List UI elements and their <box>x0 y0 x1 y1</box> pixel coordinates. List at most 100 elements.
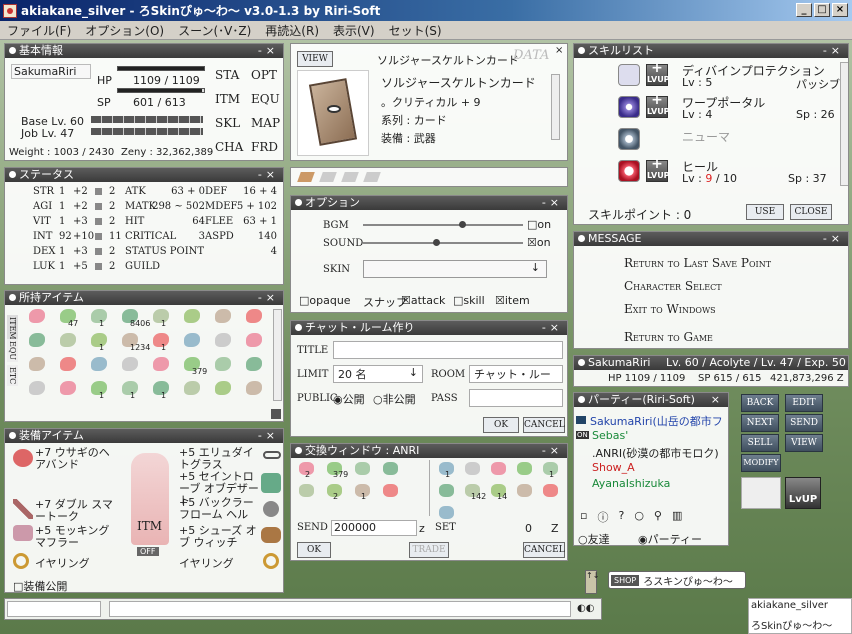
public-radio[interactable]: ◉公開 <box>333 391 365 407</box>
equip-slot-accessory-right[interactable]: イヤリング <box>179 555 234 571</box>
trade-item[interactable]: 1 <box>539 460 563 480</box>
inventory-item[interactable] <box>209 355 237 377</box>
stat-up-button[interactable] <box>95 218 102 225</box>
trade-item[interactable] <box>513 482 537 502</box>
blank-slot[interactable] <box>741 477 781 509</box>
circle-icon[interactable]: ○ <box>634 509 644 525</box>
inventory-item[interactable] <box>240 355 268 377</box>
stat-up-button[interactable] <box>95 188 102 195</box>
view-button[interactable]: VIEW <box>785 434 823 452</box>
trade-item[interactable] <box>435 504 459 524</box>
party-member[interactable]: AyanaIshizuka <box>576 477 728 493</box>
card-scrollbar[interactable] <box>551 74 560 140</box>
resize-handle[interactable] <box>271 409 281 419</box>
memo-icon[interactable]: ▫ <box>580 509 587 525</box>
use-button[interactable]: USE <box>746 204 784 220</box>
close-icon[interactable]: × <box>555 45 563 56</box>
set-button[interactable]: SET <box>435 522 456 533</box>
inventory-item[interactable] <box>116 355 144 377</box>
bgm-slider[interactable] <box>363 221 523 228</box>
next-button[interactable]: NEXT <box>741 414 779 432</box>
search-icon[interactable]: ⚲ <box>654 509 662 525</box>
inventory-item[interactable] <box>23 331 51 353</box>
inventory-item[interactable]: 1 <box>147 307 175 329</box>
frd-button[interactable]: FRD <box>251 140 278 154</box>
ok-button[interactable]: OK <box>483 417 519 433</box>
inventory-item[interactable]: 1 <box>85 307 113 329</box>
friend-radio[interactable]: ○友達 <box>578 531 610 545</box>
inventory-item[interactable] <box>209 379 237 401</box>
limit-select[interactable]: 20 名 ↓ <box>333 365 423 383</box>
trade-item[interactable] <box>351 460 375 480</box>
cha-button[interactable]: CHA <box>215 140 243 154</box>
sound-slider[interactable] <box>363 239 523 246</box>
stat-up-button[interactable] <box>95 263 102 270</box>
equip-slot-lower-head[interactable]: +5 エリュダイトグラス <box>179 447 259 471</box>
opaque-checkbox[interactable]: □opaque <box>299 294 351 307</box>
inventory-item[interactable] <box>147 355 175 377</box>
panel-header[interactable]: パーティー(Riri-Soft) × <box>574 393 728 407</box>
inventory-item[interactable]: 8406 <box>116 307 150 329</box>
menu-view[interactable]: 表示(V) <box>326 22 382 39</box>
chat-option-icon[interactable]: ◐◐ <box>577 603 594 614</box>
menu-soon[interactable]: スーン(･V･Z) <box>171 22 258 39</box>
tab-equ[interactable]: EQU <box>7 339 18 363</box>
inventory-item[interactable]: 47 <box>54 307 82 329</box>
trade-cancel-button[interactable]: CANCEL <box>523 542 565 558</box>
skill-lvup-button[interactable]: LVUP <box>646 89 670 118</box>
inventory-item[interactable] <box>23 355 51 377</box>
item-checkbox[interactable]: ☒item <box>495 294 530 307</box>
inventory-item[interactable]: 1 <box>116 379 144 401</box>
inventory-item[interactable] <box>178 307 206 329</box>
edit-button[interactable]: EDIT <box>785 394 823 412</box>
sound-on-checkbox[interactable]: ☒on <box>527 236 551 249</box>
inventory-item[interactable] <box>240 307 268 329</box>
panel-header[interactable]: SakumaRiri Lv. 60 / Acolyte / Lv. 47 / E… <box>574 356 848 370</box>
trade-item[interactable] <box>539 482 563 502</box>
trade-item[interactable] <box>487 460 511 480</box>
inventory-item[interactable] <box>240 331 268 353</box>
inventory-item[interactable] <box>209 331 237 353</box>
map-button[interactable]: MAP <box>251 116 280 130</box>
equip-slot-garment[interactable]: +5 モッキング マフラー <box>35 525 117 549</box>
inventory-item[interactable]: 1 <box>147 379 175 401</box>
view-button[interactable]: VIEW <box>297 51 333 67</box>
party-member[interactable]: SakumaRiri(山岳の都市フ <box>576 413 728 429</box>
inventory-item[interactable]: 1 <box>85 331 113 353</box>
opt-button[interactable]: OPT <box>251 68 277 82</box>
inventory-item[interactable] <box>23 379 51 401</box>
trade-item[interactable]: 1 <box>351 482 375 502</box>
party-radio[interactable]: ◉パーティー <box>638 531 702 545</box>
trade-item[interactable]: 142 <box>461 482 486 502</box>
stat-up-button[interactable] <box>95 248 102 255</box>
modify-button[interactable]: MODIFY <box>741 454 781 472</box>
trade-item[interactable]: 2 <box>323 482 347 502</box>
menu-reload[interactable]: 再読込(R) <box>258 22 326 39</box>
inventory-item[interactable]: 1 <box>85 379 113 401</box>
help-icon[interactable]: ? <box>618 509 624 525</box>
skill-checkbox[interactable]: □skill <box>453 294 485 307</box>
menu-set[interactable]: セット(S) <box>382 22 449 39</box>
inventory-item[interactable] <box>240 379 268 401</box>
lvup-button[interactable]: LvUP <box>785 477 821 509</box>
equip-slot-shoes[interactable]: +5 シューズ オブ ウィッチ <box>179 525 259 549</box>
send-button[interactable]: SEND <box>785 414 823 432</box>
exit-windows-item[interactable]: Exit to Windows <box>624 302 716 316</box>
trade-ok-button[interactable]: OK <box>297 542 331 558</box>
sell-button[interactable]: SELL <box>741 434 779 452</box>
equ-button[interactable]: EQU <box>251 92 280 106</box>
panel-header[interactable]: 基本情報 -× <box>5 44 283 58</box>
party-member[interactable]: Show_A <box>576 461 728 477</box>
minimize-button[interactable]: _ <box>796 3 812 17</box>
inventory-item[interactable]: 1 <box>147 331 175 353</box>
return-save-point-item[interactable]: Return to Last Save Point <box>624 256 771 270</box>
equip-slot-accessory-left[interactable]: イヤリング <box>35 555 90 571</box>
skill-scrollbar[interactable] <box>840 62 848 186</box>
trade-item[interactable]: 2 <box>295 460 319 480</box>
return-game-item[interactable]: Return to Game <box>624 330 713 344</box>
send-amount-input[interactable]: 200000 <box>331 520 417 536</box>
stat-up-button[interactable] <box>95 203 102 210</box>
close-button[interactable]: × <box>832 3 848 17</box>
chat-message-input[interactable] <box>109 601 571 617</box>
skill-lvup-button[interactable]: LVUP <box>646 57 670 86</box>
